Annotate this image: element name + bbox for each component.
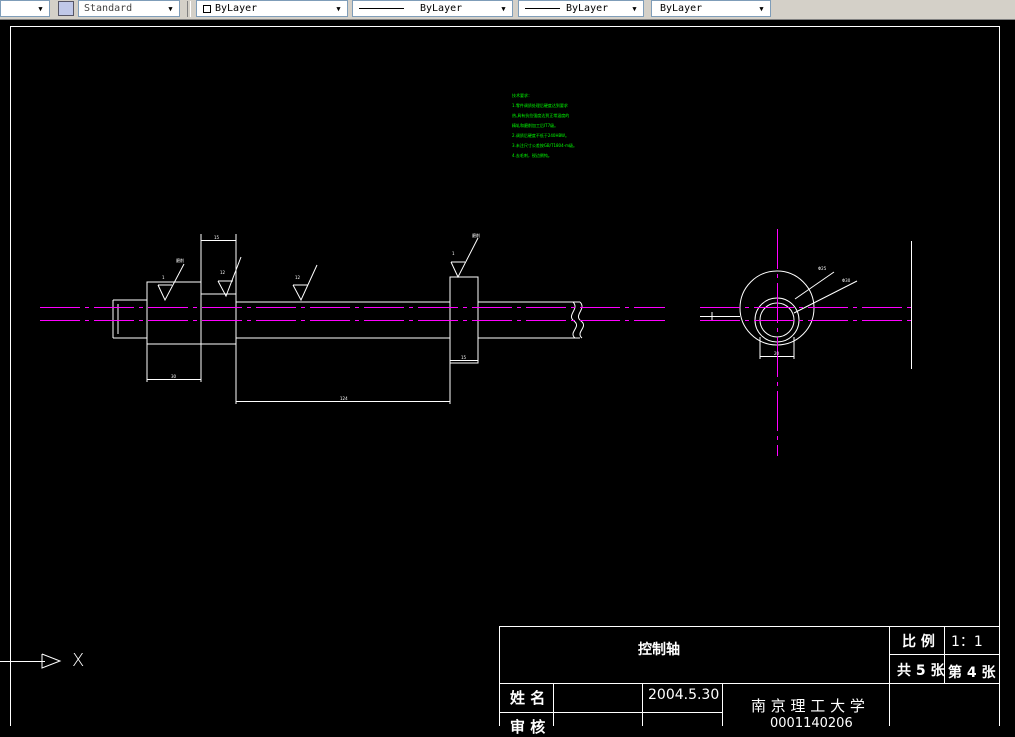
- dim-text: Φ30: [842, 278, 851, 283]
- roughness-text: 12: [220, 270, 226, 275]
- note-line: 1.零件调质处理后硬度达到要求: [512, 103, 568, 108]
- note-line: 3.未注尺寸公差按GB/T1804-m级。: [512, 143, 577, 148]
- note-line: 精轧和磨削加工后IT7级。: [512, 123, 559, 128]
- linetype-preview-icon: [359, 8, 404, 9]
- note-line: 2.调质后硬度不低于240HBW。: [512, 133, 570, 138]
- scale-label: 比 例: [902, 634, 935, 650]
- dim-text: 15: [214, 235, 220, 240]
- dim-text: 15: [461, 355, 467, 360]
- plotstyle-dropdown[interactable]: ByLayer ▼: [651, 0, 771, 17]
- toolbar-separator: [187, 1, 191, 17]
- roughness-text: 1: [162, 275, 165, 280]
- section-view: [700, 241, 912, 369]
- leader-note: 磨削: [176, 258, 184, 263]
- chevron-down-icon[interactable]: ▼: [495, 1, 512, 16]
- linetype-value: ByLayer: [420, 3, 463, 14]
- name-label: 姓 名: [510, 689, 546, 707]
- chevron-down-icon[interactable]: ▼: [626, 1, 643, 16]
- school-name: 南 京 理 工 大 学: [751, 697, 865, 715]
- lineweight-dropdown[interactable]: ByLayer ▼: [518, 0, 644, 17]
- drawing-canvas[interactable]: 技术要求： 1.零件调质处理后硬度达到要求 热,具有抗拉强度达到正常温度的 精轧…: [0, 19, 1015, 736]
- sheet-number: 第 4 张: [948, 665, 996, 681]
- part-name: 控制轴: [638, 642, 680, 658]
- note-line: 4.去毛刺，锐边倒钝。: [512, 153, 552, 158]
- roughness-text: 1: [452, 251, 455, 256]
- layer-color-dropdown[interactable]: ByLayer ▼: [196, 0, 348, 17]
- roughness-symbols: [157, 237, 479, 302]
- review-label: 审 核: [510, 718, 546, 736]
- properties-toolbar: ▼ Standard ▼ ByLayer ▼ ByLayer ▼ ByLayer…: [0, 0, 1015, 20]
- dimension-lines: [146, 234, 478, 404]
- prev-dropdown[interactable]: ▼: [0, 0, 50, 17]
- plotstyle-value: ByLayer: [660, 3, 703, 14]
- dim-text: 30: [171, 374, 177, 379]
- text-style-icon[interactable]: [58, 1, 74, 16]
- note-line: 热,具有抗拉强度达到正常温度的: [512, 113, 570, 118]
- dim-text: Φ25: [818, 266, 827, 271]
- student-id: 0001140206: [770, 716, 853, 731]
- technical-notes: 技术要求： 1.零件调质处理后硬度达到要求 热,具有抗拉强度达到正常温度的 精轧…: [512, 91, 577, 161]
- chevron-down-icon[interactable]: ▼: [162, 1, 179, 16]
- linetype-dropdown[interactable]: ByLayer ▼: [352, 0, 513, 17]
- leader-note: 磨削: [472, 233, 480, 238]
- chevron-down-icon[interactable]: ▼: [753, 1, 770, 16]
- date-value: 2004.5.30: [648, 687, 720, 703]
- chevron-down-icon[interactable]: ▼: [330, 1, 347, 16]
- dim-text: 20: [774, 351, 780, 356]
- text-style-dropdown[interactable]: Standard ▼: [78, 0, 180, 17]
- text-style-value: Standard: [84, 3, 133, 14]
- sheet-total: 共 5 张: [897, 663, 945, 679]
- note-line: 技术要求：: [512, 93, 532, 98]
- lineweight-value: ByLayer: [566, 3, 609, 14]
- roughness-text: 12: [295, 275, 301, 280]
- drawing-frame: [10, 26, 1000, 726]
- color-swatch-icon: [203, 4, 211, 13]
- drawing-svg: [0, 26, 1000, 726]
- layer-color-value: ByLayer: [215, 3, 258, 14]
- lineweight-preview-icon: [525, 8, 560, 9]
- ucs-icon: [0, 653, 62, 669]
- ucs-x-label: X: [72, 650, 85, 671]
- scale-value: 1：1: [951, 634, 983, 650]
- chevron-down-icon[interactable]: ▼: [32, 1, 49, 16]
- dim-text: 124: [340, 396, 348, 401]
